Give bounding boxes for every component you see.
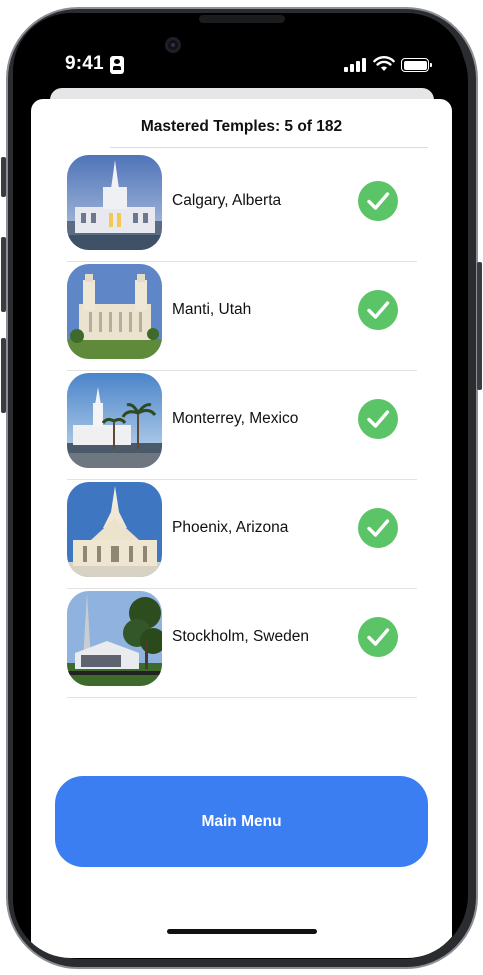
temple-row[interactable]: Phoenix, Arizona	[67, 480, 417, 589]
temple-row[interactable]: Manti, Utah	[67, 262, 417, 371]
title-divider	[110, 147, 428, 148]
temple-row[interactable]: Monterrey, Mexico	[67, 371, 417, 480]
temple-name: Monterrey, Mexico	[172, 410, 299, 427]
temple-name: Manti, Utah	[172, 301, 252, 318]
cellular-signal-icon	[344, 58, 366, 72]
stockholm-temple-photo	[67, 591, 162, 686]
checkmark-icon	[358, 290, 398, 330]
checkmark-icon	[358, 508, 398, 548]
home-indicator[interactable]	[167, 929, 317, 934]
battery-full-icon	[401, 58, 432, 72]
main-menu-button[interactable]: Main Menu	[55, 776, 428, 867]
monterrey-temple-photo	[67, 373, 162, 468]
sheet-title: Mastered Temples: 5 of 182	[140, 118, 343, 135]
checkmark-icon	[358, 399, 398, 439]
phoenix-temple-photo	[67, 482, 162, 577]
volume-down-button	[1, 338, 6, 413]
volume-up-button	[1, 237, 6, 312]
screen: 9:41 Mastered Temples: 5 of 182 Calgary,…	[13, 13, 465, 958]
power-button	[477, 262, 482, 390]
temple-row[interactable]: Stockholm, Sweden	[67, 589, 417, 698]
temple-row[interactable]: Calgary, Alberta	[67, 153, 417, 262]
status-time: 9:41	[65, 53, 104, 74]
action-button	[1, 157, 6, 197]
front-camera	[165, 37, 181, 53]
id-badge-icon	[110, 56, 124, 74]
mastered-temples-sheet: Mastered Temples: 5 of 182 Calgary, Albe…	[31, 99, 452, 958]
temple-list: Calgary, Alberta Manti, Utah Monterrey, …	[67, 153, 417, 698]
calgary-temple-photo	[67, 155, 162, 250]
earpiece-speaker	[199, 15, 285, 23]
temple-name: Stockholm, Sweden	[172, 628, 309, 645]
checkmark-icon	[358, 617, 398, 657]
checkmark-icon	[358, 181, 398, 221]
manti-temple-photo	[67, 264, 162, 359]
temple-name: Phoenix, Arizona	[172, 519, 289, 536]
wifi-icon	[373, 56, 395, 71]
temple-name: Calgary, Alberta	[172, 192, 282, 209]
